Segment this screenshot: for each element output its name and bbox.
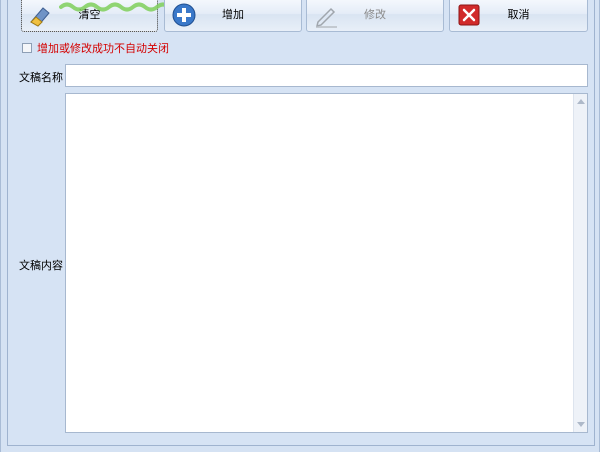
content-field-label: 文稿内容 bbox=[19, 259, 63, 272]
scroll-down-icon[interactable] bbox=[577, 422, 585, 427]
pencil-icon bbox=[313, 2, 339, 28]
content-textarea[interactable] bbox=[65, 93, 588, 433]
edit-button-label: 修改 bbox=[364, 8, 386, 21]
name-input[interactable] bbox=[65, 64, 588, 87]
cancel-button[interactable]: 取消 bbox=[449, 0, 588, 32]
add-button-label: 增加 bbox=[222, 8, 244, 21]
close-icon bbox=[456, 2, 482, 28]
content-scrollbar[interactable] bbox=[573, 94, 587, 432]
add-button[interactable]: 增加 bbox=[164, 0, 302, 32]
name-field-label: 文稿名称 bbox=[19, 71, 63, 84]
close-after-success-option[interactable]: 增加或修改成功不自动关闭 bbox=[22, 40, 169, 56]
edit-button[interactable]: 修改 bbox=[306, 0, 444, 32]
scroll-up-icon[interactable] bbox=[577, 99, 585, 104]
dialog-window: 清空 增加 修改 取消 增加或修改成功不自动关闭 文稿名称 文稿内容 bbox=[0, 0, 600, 452]
plus-circle-icon bbox=[171, 2, 197, 28]
cancel-button-label: 取消 bbox=[507, 8, 530, 21]
eraser-icon bbox=[28, 2, 54, 28]
close-after-success-label: 增加或修改成功不自动关闭 bbox=[37, 42, 169, 55]
close-after-success-checkbox[interactable] bbox=[22, 43, 32, 53]
